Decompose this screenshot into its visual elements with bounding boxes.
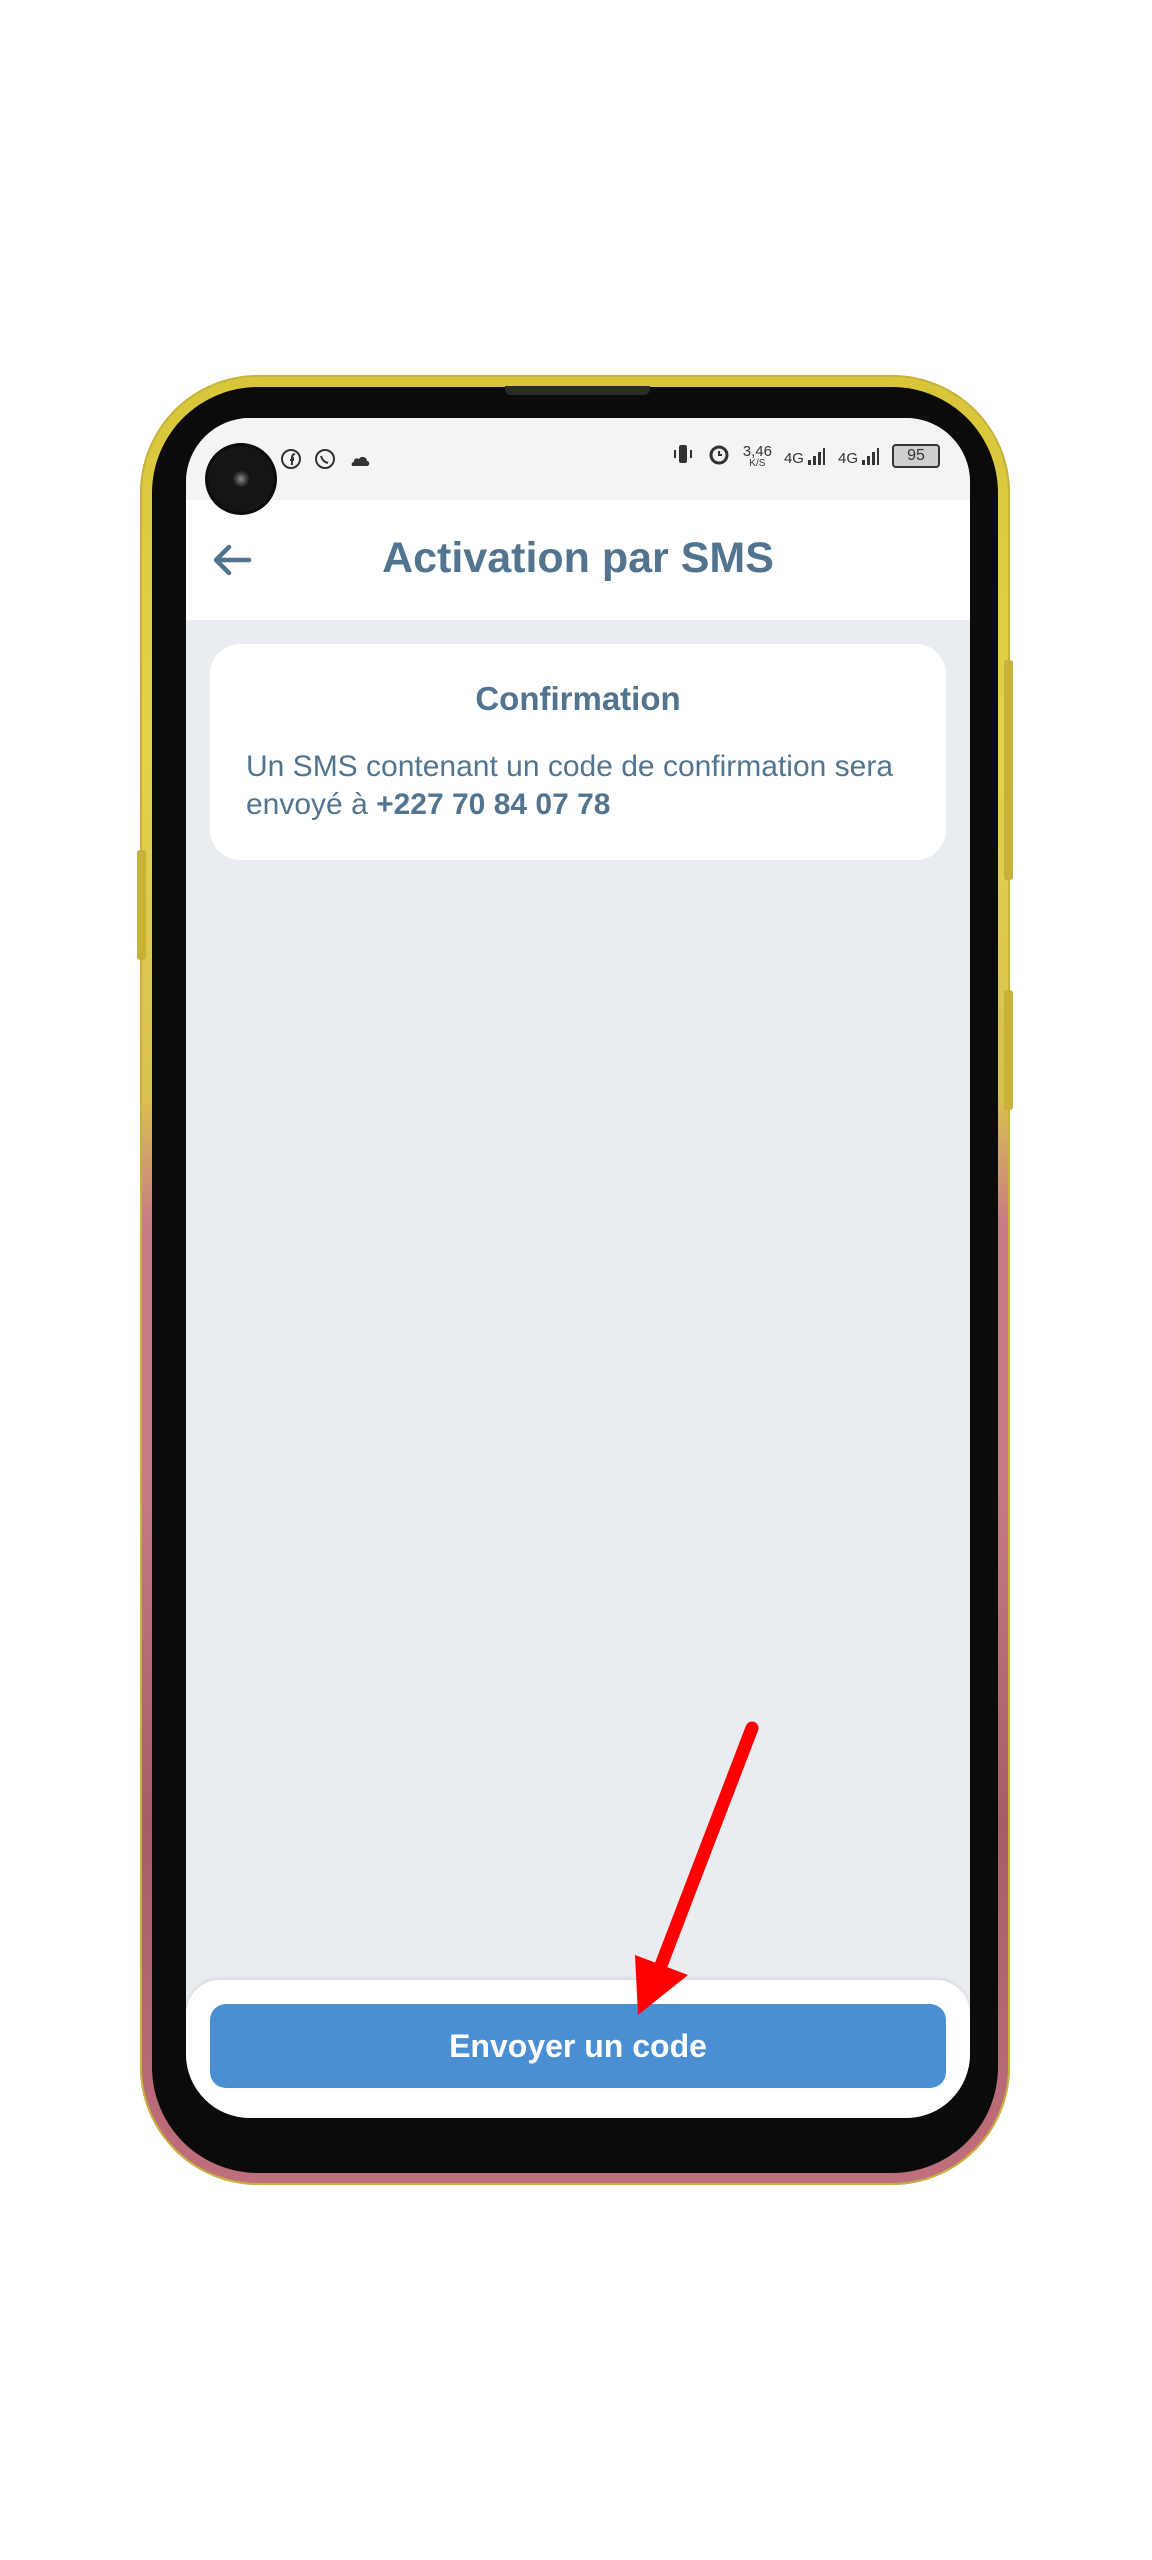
signal-icon-2: [862, 448, 879, 465]
status-right: 3,46 K/S 4G 4G 95: [671, 442, 940, 470]
confirmation-card: Confirmation Un SMS contenant un code de…: [210, 644, 946, 860]
network-1: 4G: [784, 446, 826, 466]
battery-icon: 95: [892, 444, 940, 468]
app-header: Activation par SMS: [186, 500, 970, 620]
net-speed-unit: K/S: [749, 457, 766, 469]
earpiece: [505, 386, 650, 395]
signal-icon: [807, 448, 825, 465]
bottom-panel: Envoyer un code: [186, 1980, 970, 2118]
whatsapp-icon: [314, 448, 336, 474]
card-title: Confirmation: [475, 680, 681, 717]
cloud-icon: [348, 450, 372, 472]
side-key: [137, 850, 146, 960]
network-2: 4G: [838, 446, 880, 466]
battery-level: 95: [907, 447, 925, 464]
volume-button: [1004, 990, 1013, 1110]
front-camera: [208, 446, 274, 512]
card-message: Un SMS contenant un code de confirmation…: [246, 748, 916, 824]
send-code-button[interactable]: Envoyer un code: [210, 2004, 946, 2088]
status-bar: 16 3,46 K/S 4G: [186, 418, 970, 500]
net-speed-value: 3,46: [742, 442, 772, 460]
power-button: [1004, 660, 1013, 880]
network-1-label: 4G: [783, 450, 804, 467]
network-2-label: 4G: [837, 450, 858, 467]
phone-number: +227 70 84 07 78: [376, 788, 611, 821]
page-title: Activation par SMS: [382, 534, 774, 582]
net-speed: 3,46 K/S: [743, 444, 772, 469]
vibrate-icon: [671, 442, 695, 470]
alarm-icon: [707, 442, 731, 470]
facebook-icon: [280, 448, 302, 474]
screen: 16 3,46 K/S 4G: [186, 418, 970, 2118]
